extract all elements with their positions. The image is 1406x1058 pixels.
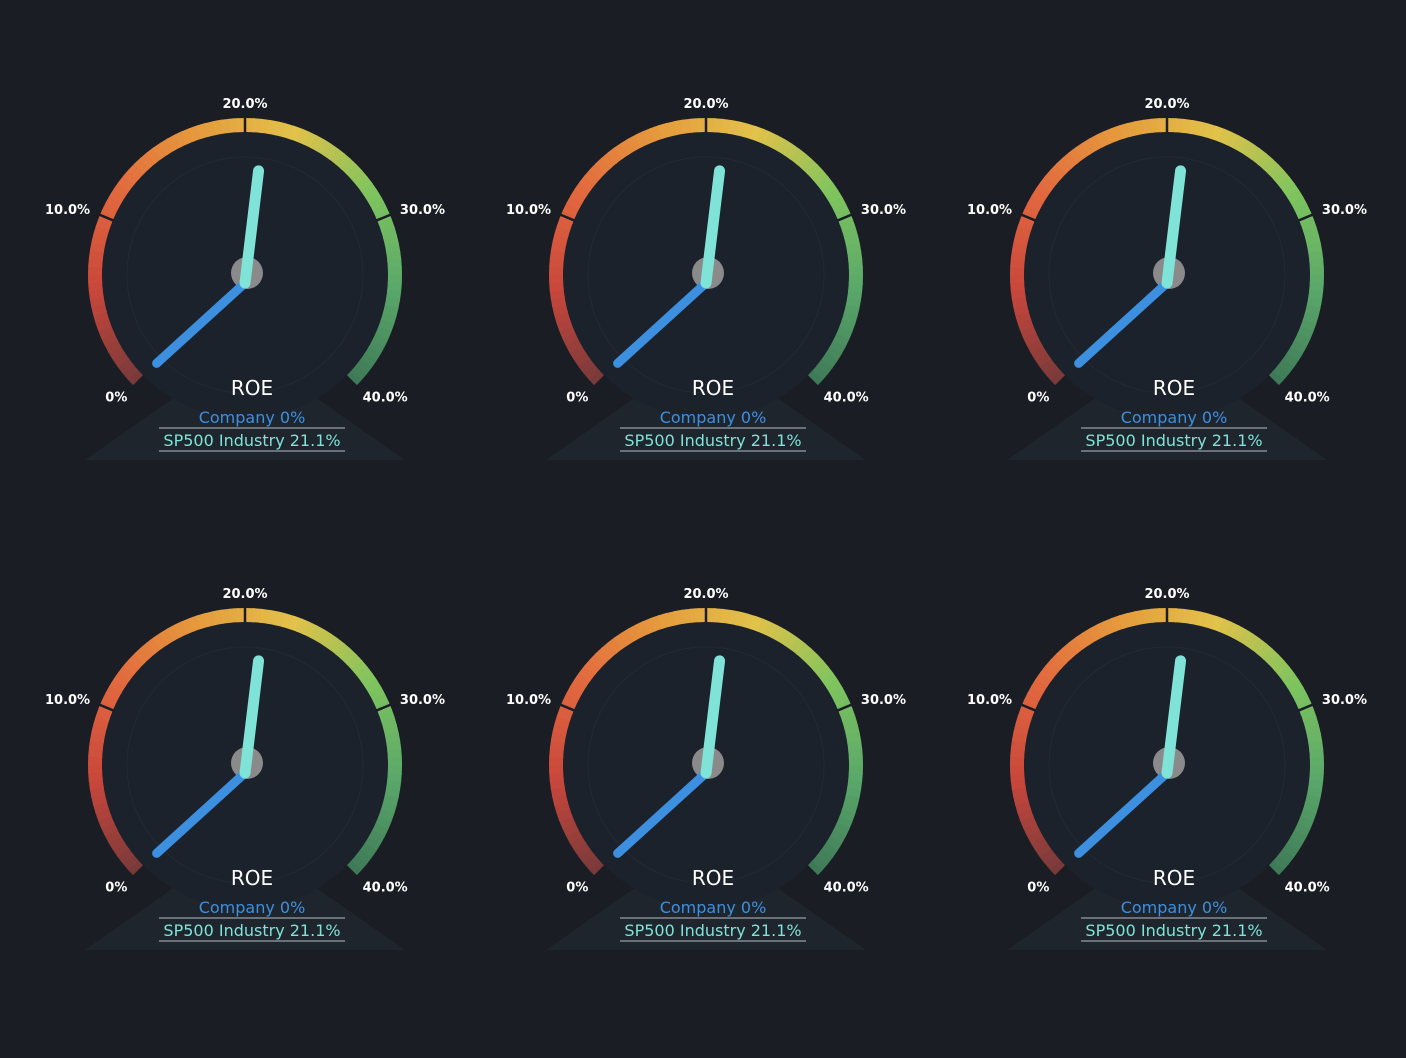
gauge-tick-label: 0% — [105, 881, 127, 896]
industry-value-label: SP500 Industry 21.1% — [624, 921, 801, 940]
gauge-tick-label: 0% — [105, 391, 127, 406]
gauge-tick-label: 30.0% — [400, 203, 445, 218]
gauge-tick-label: 30.0% — [861, 203, 906, 218]
gauge-svg: 0% 10.0% 20.0% 30.0% 40.0% ROE Company 0% SP500… — [506, 587, 906, 950]
gauge-title: ROE — [231, 866, 273, 890]
gauge-tick-label: 20.0% — [222, 587, 267, 602]
gauge-tick-label: 40.0% — [1285, 881, 1330, 896]
gauge-tick-label: 30.0% — [400, 693, 445, 708]
roe-gauge: 0% 10.0% 20.0% 30.0% 40.0% ROE Company 0% SP500… — [506, 0, 951, 460]
gauge-grid: 0% 10.0% 20.0% 30.0% 40.0% ROE Company 0% SP500… — [0, 0, 1406, 1058]
industry-value-label: SP500 Industry 21.1% — [1085, 431, 1262, 450]
gauge-tick-label: 20.0% — [222, 97, 267, 112]
gauge-tick-label: 30.0% — [1322, 693, 1367, 708]
gauge-tick-label: 0% — [1027, 391, 1049, 406]
company-value-label: Company 0% — [1121, 408, 1228, 427]
gauge-tick-label: 40.0% — [363, 881, 408, 896]
roe-gauge: 0% 10.0% 20.0% 30.0% 40.0% ROE Company 0% SP500… — [967, 490, 1406, 950]
roe-gauge: 0% 10.0% 20.0% 30.0% 40.0% ROE Company 0% SP500… — [967, 0, 1406, 460]
gauge-tick-label: 0% — [1027, 881, 1049, 896]
gauge-tick-label: 20.0% — [683, 97, 728, 112]
gauge-tick-label: 30.0% — [861, 693, 906, 708]
gauge-tick-label: 10.0% — [45, 693, 90, 708]
gauge-tick-label: 10.0% — [967, 203, 1012, 218]
gauge-tick-label: 0% — [566, 881, 588, 896]
gauge-tick-label: 20.0% — [1144, 97, 1189, 112]
roe-gauge: 0% 10.0% 20.0% 30.0% 40.0% ROE Company 0% SP500… — [45, 0, 490, 460]
company-value-label: Company 0% — [1121, 898, 1228, 917]
gauge-tick-label: 40.0% — [363, 391, 408, 406]
industry-value-label: SP500 Industry 21.1% — [624, 431, 801, 450]
company-value-label: Company 0% — [660, 898, 767, 917]
gauge-tick-label: 40.0% — [824, 391, 869, 406]
gauge-tick-label: 10.0% — [506, 693, 551, 708]
gauge-tick-label: 30.0% — [1322, 203, 1367, 218]
industry-value-label: SP500 Industry 21.1% — [163, 921, 340, 940]
gauge-tick-label: 10.0% — [45, 203, 90, 218]
company-value-label: Company 0% — [199, 898, 306, 917]
gauge-title: ROE — [1153, 376, 1195, 400]
gauge-tick-label: 20.0% — [1144, 587, 1189, 602]
gauge-svg: 0% 10.0% 20.0% 30.0% 40.0% ROE Company 0% SP500… — [506, 97, 906, 460]
gauge-tick-label: 40.0% — [1285, 391, 1330, 406]
company-value-label: Company 0% — [660, 408, 767, 427]
industry-value-label: SP500 Industry 21.1% — [163, 431, 340, 450]
gauge-svg: 0% 10.0% 20.0% 30.0% 40.0% ROE Company 0% SP500… — [967, 97, 1367, 460]
gauge-svg: 0% 10.0% 20.0% 30.0% 40.0% ROE Company 0% SP500… — [967, 587, 1367, 950]
gauge-svg: 0% 10.0% 20.0% 30.0% 40.0% ROE Company 0% SP500… — [45, 97, 445, 460]
roe-gauge: 0% 10.0% 20.0% 30.0% 40.0% ROE Company 0% SP500… — [506, 490, 951, 950]
gauge-tick-label: 40.0% — [824, 881, 869, 896]
company-value-label: Company 0% — [199, 408, 306, 427]
gauge-tick-label: 10.0% — [506, 203, 551, 218]
gauge-title: ROE — [692, 376, 734, 400]
roe-gauge: 0% 10.0% 20.0% 30.0% 40.0% ROE Company 0% SP500… — [45, 490, 490, 950]
gauge-title: ROE — [1153, 866, 1195, 890]
gauge-tick-label: 20.0% — [683, 587, 728, 602]
gauge-tick-label: 0% — [566, 391, 588, 406]
gauge-title: ROE — [692, 866, 734, 890]
gauge-svg: 0% 10.0% 20.0% 30.0% 40.0% ROE Company 0% SP500… — [45, 587, 445, 950]
gauge-title: ROE — [231, 376, 273, 400]
gauge-tick-label: 10.0% — [967, 693, 1012, 708]
industry-value-label: SP500 Industry 21.1% — [1085, 921, 1262, 940]
